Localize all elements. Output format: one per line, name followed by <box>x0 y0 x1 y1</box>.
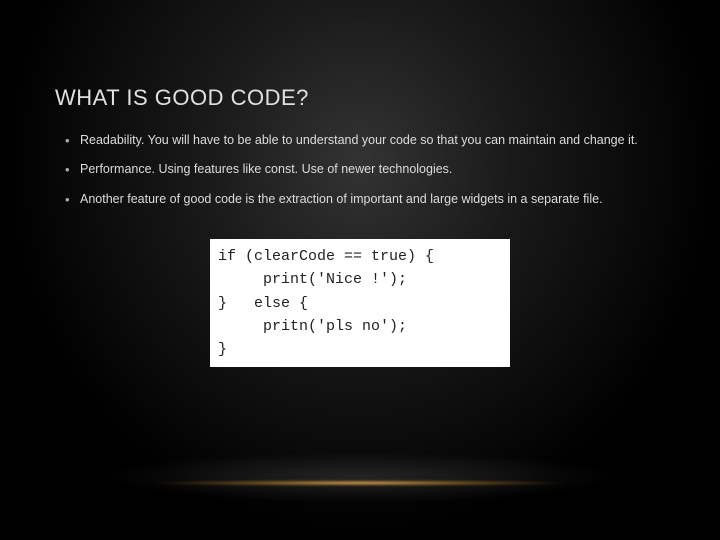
code-line: if (clearCode == true) { <box>218 248 434 265</box>
code-snippet: if (clearCode == true) { print('Nice !')… <box>210 239 510 367</box>
bullet-item: Readability. You will have to be able to… <box>80 131 670 150</box>
bullet-list: Readability. You will have to be able to… <box>0 111 720 209</box>
bullet-item: Performance. Using features like const. … <box>80 160 670 179</box>
floor-highlight <box>145 480 575 486</box>
code-line: } else { <box>218 295 308 312</box>
code-line: } <box>218 341 227 358</box>
slide: WHAT IS GOOD CODE? Readability. You will… <box>0 0 720 540</box>
code-line: pritn('pls no'); <box>218 318 407 335</box>
slide-title: WHAT IS GOOD CODE? <box>0 0 720 111</box>
bullet-item: Another feature of good code is the extr… <box>80 190 670 209</box>
code-line: print('Nice !'); <box>218 271 407 288</box>
floor-reflection <box>100 452 620 502</box>
